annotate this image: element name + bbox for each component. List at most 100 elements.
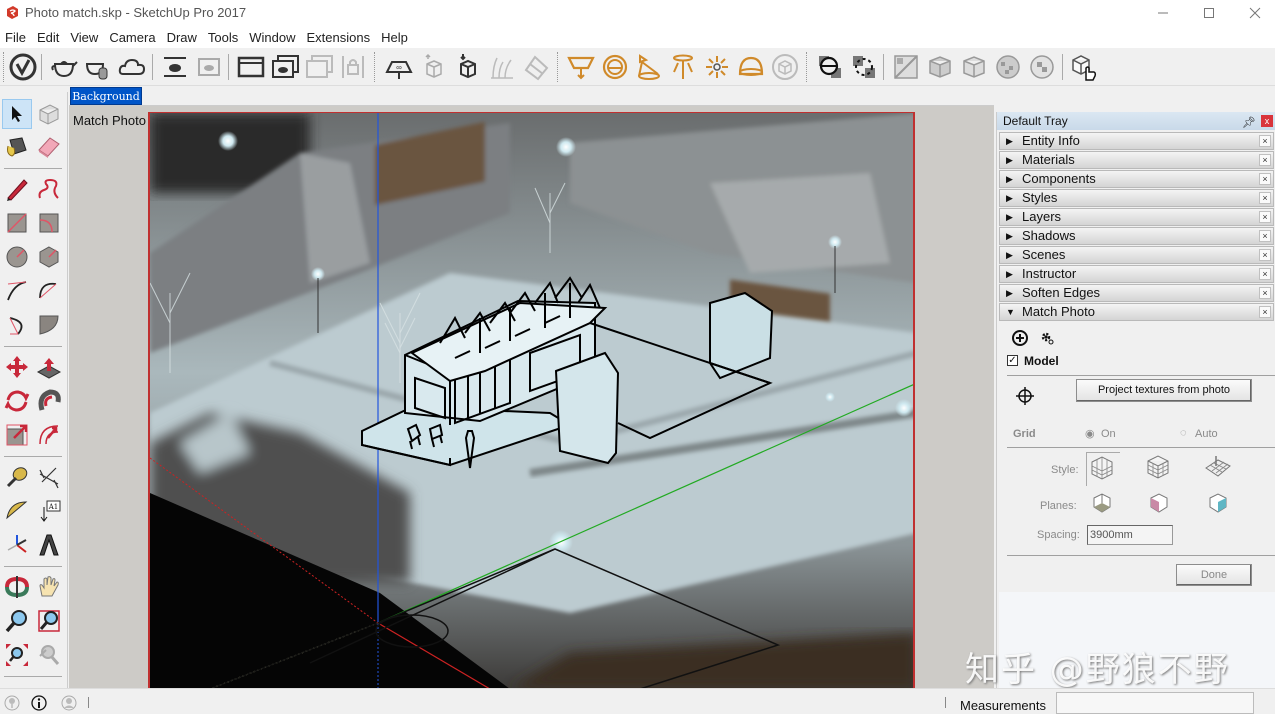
- spacing-input[interactable]: 3900mm: [1087, 525, 1173, 545]
- match-photo-background[interactable]: [148, 112, 915, 688]
- two-point-arc-button[interactable]: [34, 276, 64, 306]
- panel-close-icon[interactable]: ×: [1259, 249, 1271, 261]
- three-point-arc-button[interactable]: [2, 310, 32, 340]
- plane-yz-icon[interactable]: [1207, 492, 1229, 514]
- style-option-inside[interactable]: [1086, 452, 1120, 486]
- import-proxy-button[interactable]: [452, 51, 484, 83]
- dimension-button[interactable]: [34, 462, 64, 492]
- select-by-hand-button[interactable]: [1068, 51, 1100, 83]
- style-option-plane[interactable]: [1202, 452, 1236, 486]
- mesh-clipper-button[interactable]: [520, 51, 552, 83]
- ies-light-button[interactable]: [667, 51, 699, 83]
- dome-light-button[interactable]: [735, 51, 767, 83]
- menu-tools[interactable]: Tools: [203, 30, 244, 45]
- zoom-window-button[interactable]: [34, 606, 64, 636]
- panel-styles[interactable]: ▶ Styles ×: [999, 189, 1274, 207]
- scale-tool-button[interactable]: [2, 420, 32, 450]
- cloud-render-button[interactable]: [116, 51, 148, 83]
- lock-camera-button[interactable]: [337, 51, 369, 83]
- grid-auto-radio[interactable]: ◌: [1180, 427, 1187, 439]
- toolbar-grip[interactable]: [806, 52, 808, 82]
- model-checkbox[interactable]: ✓: [1007, 355, 1018, 366]
- panel-shadows[interactable]: ▶ Shadows ×: [999, 227, 1274, 245]
- menu-view[interactable]: View: [65, 30, 104, 45]
- grid-on-radio[interactable]: ◉: [1085, 427, 1095, 440]
- measurements-input[interactable]: [1056, 692, 1254, 714]
- panel-match-photo[interactable]: ▼ Match Photo ×: [999, 303, 1274, 321]
- toolbar-grip[interactable]: [374, 52, 376, 82]
- zoom-button[interactable]: [2, 606, 32, 636]
- pie-tool-button[interactable]: [34, 310, 64, 340]
- dashed-sphere-button[interactable]: [848, 51, 880, 83]
- panel-soften-edges[interactable]: ▶ Soften Edges ×: [999, 284, 1274, 302]
- tape-measure-button[interactable]: [2, 462, 32, 492]
- arc-tool-button[interactable]: [2, 276, 32, 306]
- last-frame-button[interactable]: [193, 51, 225, 83]
- done-button[interactable]: Done: [1176, 564, 1252, 586]
- sphere-light-button[interactable]: [599, 51, 631, 83]
- infinite-plane-button[interactable]: ∞: [383, 51, 415, 83]
- axes-tool-button[interactable]: [2, 530, 32, 560]
- panel-close-icon[interactable]: ×: [1259, 173, 1271, 185]
- model-viewport[interactable]: Background Match Photo: [69, 86, 994, 688]
- plane-xy-icon[interactable]: [1091, 492, 1113, 514]
- interactive-render-button[interactable]: [82, 51, 114, 83]
- fur-button[interactable]: [486, 51, 518, 83]
- panel-close-icon[interactable]: ×: [1259, 192, 1271, 204]
- text-tool-button[interactable]: A1: [34, 496, 64, 526]
- plane-xz-icon[interactable]: [1148, 492, 1170, 514]
- previous-view-button[interactable]: [34, 640, 64, 670]
- panel-layers[interactable]: ▶ Layers ×: [999, 208, 1274, 226]
- cast-shadows-button[interactable]: [814, 51, 846, 83]
- menu-camera[interactable]: Camera: [104, 30, 161, 45]
- rectangle-tool-button[interactable]: [2, 208, 32, 238]
- menu-draw[interactable]: Draw: [162, 30, 203, 45]
- menu-help[interactable]: Help: [376, 30, 414, 45]
- panel-entity-info[interactable]: ▶ Entity Info ×: [999, 132, 1274, 150]
- panel-close-icon[interactable]: ×: [1259, 211, 1271, 223]
- polygon-tool-button[interactable]: [34, 242, 64, 272]
- select-tool-button[interactable]: [2, 99, 32, 129]
- pan-button[interactable]: [34, 572, 64, 602]
- push-pull-button[interactable]: [34, 352, 64, 382]
- mesh-light-button[interactable]: [769, 51, 801, 83]
- add-photo-icon[interactable]: [1011, 329, 1029, 347]
- toolbar-grip[interactable]: [557, 52, 559, 82]
- line-tool-button[interactable]: [2, 174, 32, 204]
- uv-texture-button[interactable]: [890, 51, 922, 83]
- frame-buffer-button[interactable]: [159, 51, 191, 83]
- panel-close-icon[interactable]: ×: [1259, 154, 1271, 166]
- orbit-button[interactable]: [2, 572, 32, 602]
- menu-extensions[interactable]: Extensions: [302, 30, 377, 45]
- user-account-icon[interactable]: [61, 695, 77, 711]
- crosshair-icon[interactable]: [1015, 386, 1035, 406]
- project-textures-button[interactable]: Project textures from photo: [1076, 379, 1252, 402]
- move-tool-button[interactable]: [2, 352, 32, 382]
- 3d-text-button[interactable]: [34, 530, 64, 560]
- panel-scenes[interactable]: ▶ Scenes ×: [999, 246, 1274, 264]
- export-proxy-button[interactable]: [418, 51, 450, 83]
- batch-render-button[interactable]: [269, 51, 301, 83]
- render-region-button[interactable]: [235, 51, 267, 83]
- credits-info-icon[interactable]: [31, 695, 47, 711]
- panel-close-icon[interactable]: ×: [1259, 268, 1271, 280]
- cube-map-button[interactable]: [924, 51, 956, 83]
- vray-asset-editor-button[interactable]: [7, 51, 39, 83]
- cylinder-map-button[interactable]: [1026, 51, 1058, 83]
- make-component-button[interactable]: [34, 99, 64, 129]
- render-button[interactable]: [48, 51, 80, 83]
- rotated-rectangle-button[interactable]: [34, 208, 64, 238]
- omni-light-button[interactable]: [701, 51, 733, 83]
- menu-file[interactable]: File: [0, 30, 32, 45]
- box-map-button[interactable]: [958, 51, 990, 83]
- panel-close-icon[interactable]: ×: [1259, 135, 1271, 147]
- paint-bucket-button[interactable]: [2, 132, 32, 162]
- panel-components[interactable]: ▶ Components ×: [999, 170, 1274, 188]
- minimize-button[interactable]: [1140, 0, 1186, 26]
- menu-edit[interactable]: Edit: [32, 30, 65, 45]
- circle-tool-button[interactable]: [2, 242, 32, 272]
- freehand-tool-button[interactable]: [34, 174, 64, 204]
- pin-icon[interactable]: 📌︎: [1242, 114, 1256, 132]
- style-option-outside[interactable]: [1143, 452, 1177, 486]
- protractor-button[interactable]: [2, 496, 32, 526]
